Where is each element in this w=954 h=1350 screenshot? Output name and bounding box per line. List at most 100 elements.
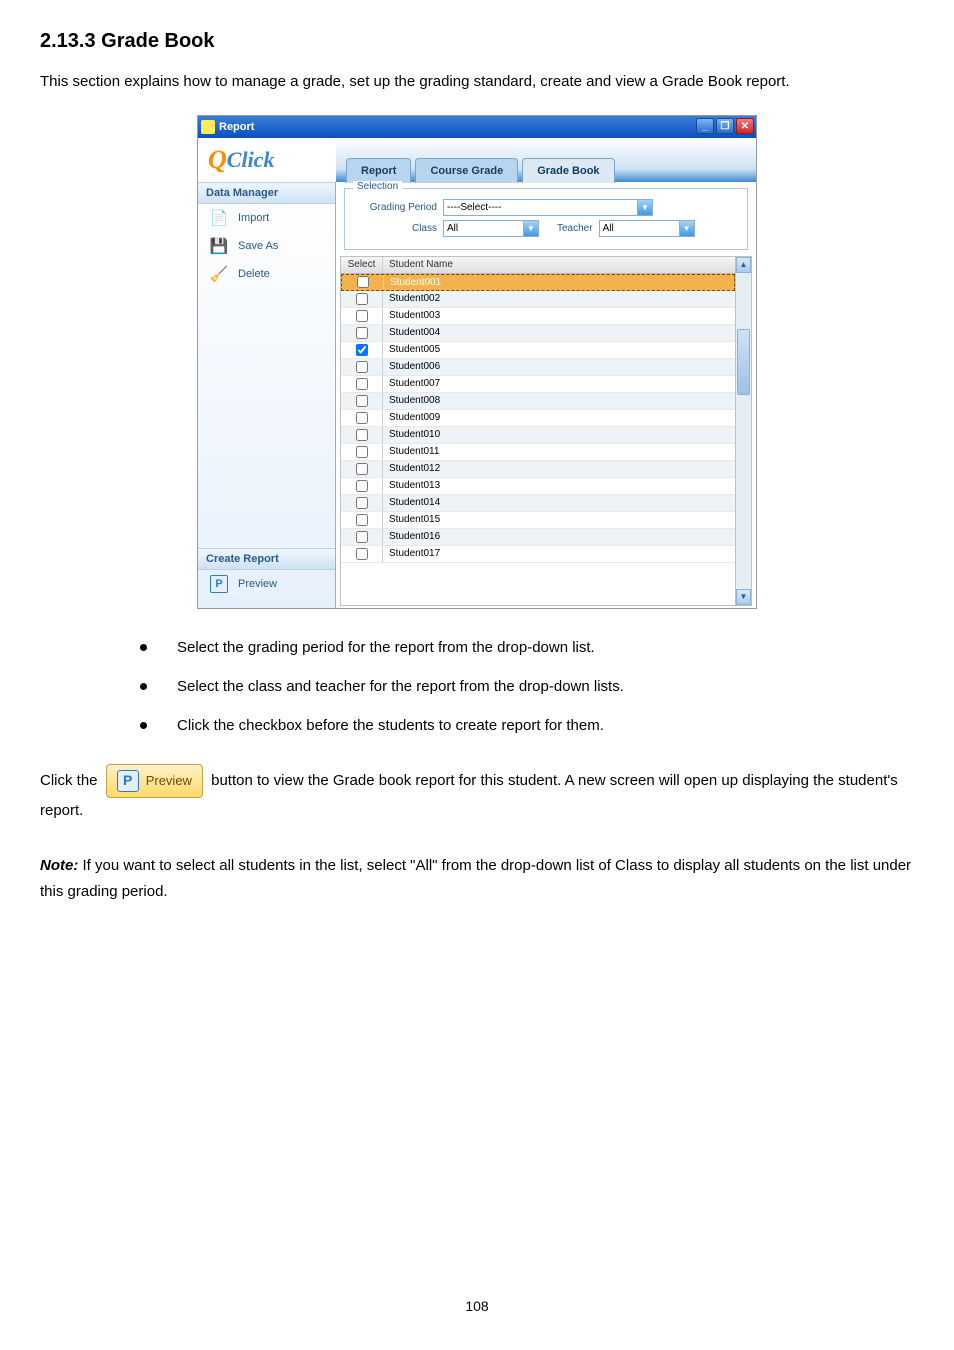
bullet-icon <box>140 683 147 690</box>
sidebar-item-label: Delete <box>238 268 270 280</box>
tab-course-grade[interactable]: Course Grade <box>415 158 518 183</box>
scrollbar[interactable]: ▲ ▼ <box>735 257 751 605</box>
close-button[interactable]: ✕ <box>736 118 754 134</box>
student-name: Student003 <box>383 310 735 321</box>
row-checkbox[interactable] <box>356 514 368 526</box>
table-row[interactable]: Student006 <box>341 359 735 376</box>
list-item: Select the grading period for the report… <box>140 639 914 656</box>
preview-button[interactable]: P Preview <box>106 764 203 798</box>
scroll-up-icon[interactable]: ▲ <box>736 257 751 273</box>
row-checkbox[interactable] <box>356 344 368 356</box>
row-checkbox[interactable] <box>356 463 368 475</box>
row-checkbox[interactable] <box>356 395 368 407</box>
app-logo: QClick <box>198 138 336 182</box>
grading-period-dropdown[interactable]: ----Select---- ▼ <box>443 199 653 216</box>
class-label: Class <box>355 223 437 234</box>
tab-grade-book[interactable]: Grade Book <box>522 158 614 183</box>
row-checkbox[interactable] <box>356 480 368 492</box>
scroll-thumb[interactable] <box>737 329 750 395</box>
row-checkbox[interactable] <box>356 378 368 390</box>
selection-legend: Selection <box>353 181 402 192</box>
table-row[interactable]: Student016 <box>341 529 735 546</box>
row-checkbox[interactable] <box>357 276 369 288</box>
class-value: All <box>447 223 458 234</box>
sidebar-item-label: Import <box>238 212 269 224</box>
saveas-icon: 💾 <box>206 235 232 257</box>
student-name: Student006 <box>383 361 735 372</box>
table-row[interactable]: Student010 <box>341 427 735 444</box>
student-name: Student001 <box>384 277 734 288</box>
table-row[interactable]: Student001 <box>341 274 735 291</box>
table-row[interactable]: Student007 <box>341 376 735 393</box>
table-row[interactable]: Student011 <box>341 444 735 461</box>
row-checkbox[interactable] <box>356 497 368 509</box>
student-name: Student014 <box>383 497 735 508</box>
chevron-down-icon: ▼ <box>637 200 652 215</box>
sidebar-item-preview[interactable]: P Preview <box>198 570 335 598</box>
table-row[interactable]: Student014 <box>341 495 735 512</box>
report-window-screenshot: Report _ ❐ ✕ QClick Report Course Grade … <box>197 115 757 609</box>
sidebar-section-data-manager[interactable]: Data Manager <box>198 182 335 204</box>
student-name: Student011 <box>383 446 735 457</box>
row-checkbox[interactable] <box>356 361 368 373</box>
student-name: Student015 <box>383 514 735 525</box>
student-name: Student007 <box>383 378 735 389</box>
row-checkbox[interactable] <box>356 412 368 424</box>
sidebar-item-label: Preview <box>238 578 277 590</box>
row-checkbox[interactable] <box>356 548 368 560</box>
table-row[interactable]: Student003 <box>341 308 735 325</box>
chevron-down-icon: ▼ <box>679 221 694 236</box>
sidebar-item-delete[interactable]: 🧹 Delete <box>198 260 335 288</box>
teacher-value: All <box>603 223 614 234</box>
page-number: 108 <box>465 1298 488 1314</box>
sidebar-section-create-report[interactable]: Create Report <box>198 548 335 570</box>
window-titlebar[interactable]: Report _ ❐ ✕ <box>198 116 756 138</box>
note-label: Note: <box>40 857 78 874</box>
table-row[interactable]: Student013 <box>341 478 735 495</box>
student-name: Student013 <box>383 480 735 491</box>
table-row[interactable]: Student012 <box>341 461 735 478</box>
row-checkbox[interactable] <box>356 446 368 458</box>
row-checkbox[interactable] <box>356 327 368 339</box>
table-row[interactable]: Student008 <box>341 393 735 410</box>
scroll-down-icon[interactable]: ▼ <box>736 589 751 605</box>
intro-text: This section explains how to manage a gr… <box>40 69 914 95</box>
teacher-dropdown[interactable]: All ▼ <box>599 220 695 237</box>
row-checkbox[interactable] <box>356 429 368 441</box>
selection-panel: Selection Grading Period ----Select---- … <box>344 188 748 250</box>
class-dropdown[interactable]: All ▼ <box>443 220 539 237</box>
student-table: SelectStudent Name Student001 Student002 St… <box>340 256 752 606</box>
bullet-list: Select the grading period for the report… <box>140 639 914 734</box>
row-checkbox[interactable] <box>356 310 368 322</box>
tab-report[interactable]: Report <box>346 158 411 183</box>
import-icon: 📄 <box>206 207 232 229</box>
row-checkbox[interactable] <box>356 531 368 543</box>
preview-p-icon: P <box>117 770 139 792</box>
maximize-button[interactable]: ❐ <box>716 118 734 134</box>
sidebar-item-import[interactable]: 📄 Import <box>198 204 335 232</box>
list-item: Click the checkbox before the students t… <box>140 717 914 734</box>
bullet-text: Select the grading period for the report… <box>177 639 595 656</box>
student-name: Student010 <box>383 429 735 440</box>
chevron-down-icon: ▼ <box>523 221 538 236</box>
table-row[interactable]: Student004 <box>341 325 735 342</box>
preview-button-label: Preview <box>146 770 192 792</box>
scroll-track[interactable] <box>736 273 751 589</box>
preview-icon: P <box>206 573 232 595</box>
logo-mark: Q <box>208 145 227 175</box>
list-item: Select the class and teacher for the rep… <box>140 678 914 695</box>
teacher-label: Teacher <box>557 223 593 234</box>
table-row[interactable]: Student009 <box>341 410 735 427</box>
minimize-button[interactable]: _ <box>696 118 714 134</box>
row-checkbox[interactable] <box>356 293 368 305</box>
table-row[interactable]: Student002 <box>341 291 735 308</box>
note-paragraph: Note: If you want to select all students… <box>40 853 914 904</box>
sidebar-item-saveas[interactable]: 💾 Save As <box>198 232 335 260</box>
bullet-text: Select the class and teacher for the rep… <box>177 678 624 695</box>
table-row[interactable]: Student017 <box>341 546 735 563</box>
delete-icon: 🧹 <box>206 263 232 285</box>
student-name: Student017 <box>383 548 735 559</box>
table-header: SelectStudent Name <box>341 257 735 274</box>
table-row[interactable]: Student015 <box>341 512 735 529</box>
table-row[interactable]: Student005 <box>341 342 735 359</box>
